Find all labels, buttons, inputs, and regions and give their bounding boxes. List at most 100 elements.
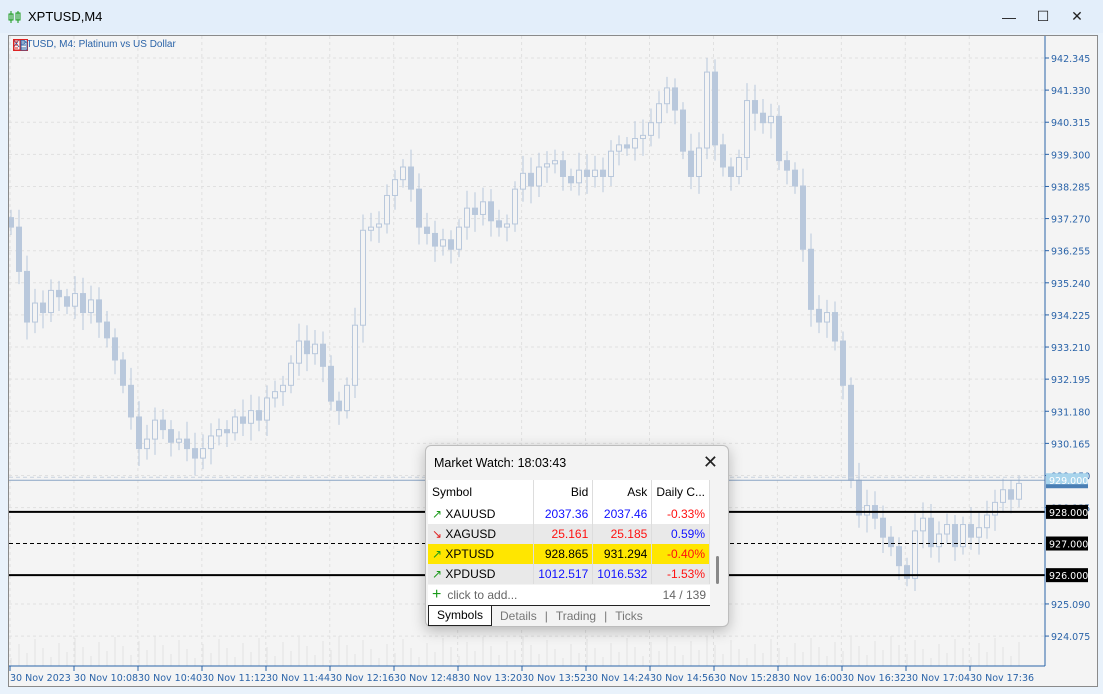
candle-body — [576, 169, 582, 184]
candle-body — [352, 324, 358, 386]
symbols-table: Symbol Bid Ask Daily C... ↗ XAUUSD 2037.… — [428, 480, 710, 584]
candle-body — [848, 384, 854, 481]
column-symbol[interactable]: Symbol — [428, 480, 535, 504]
candle-body — [640, 134, 646, 140]
legend-text: XPTUSD, M4: Platinum vs US Dollar — [13, 39, 176, 50]
add-symbol-row[interactable]: + click to add... 14 / 139 — [428, 585, 710, 605]
scrollbar[interactable] — [716, 556, 719, 584]
candle-body — [240, 416, 246, 424]
candle-body — [768, 115, 774, 124]
candle-body — [456, 226, 462, 250]
candle-body — [56, 289, 62, 298]
candle-body — [528, 172, 534, 187]
candle-body — [680, 109, 686, 152]
chart-window-icon[interactable] — [13, 39, 28, 51]
candle-body — [376, 223, 382, 228]
candle-body — [96, 299, 102, 323]
candle-body — [248, 410, 254, 424]
candle-body — [704, 71, 710, 149]
candle-body — [664, 87, 670, 105]
close-icon[interactable]: ✕ — [703, 452, 718, 473]
candle-body — [880, 517, 886, 538]
level-price-label: 926.000 — [1049, 571, 1088, 582]
candlestick-icon — [8, 10, 21, 23]
candle-body — [552, 160, 558, 165]
candle-body — [48, 289, 54, 314]
candle-body — [896, 546, 902, 567]
candle-body — [824, 312, 830, 323]
candle-body — [120, 359, 126, 386]
candle-body — [288, 362, 294, 386]
column-daily-change[interactable]: Daily C... — [651, 480, 710, 504]
candle-body — [888, 536, 894, 548]
candle-body — [712, 71, 718, 146]
candle-body — [760, 112, 766, 124]
candle-body — [464, 207, 470, 228]
candle-body — [360, 229, 366, 326]
x-tick-label: 30 Nov 15:28 — [714, 673, 778, 684]
candle-body — [328, 365, 334, 402]
column-ask[interactable]: Ask — [592, 480, 653, 504]
maximize-button[interactable]: ☐ — [1026, 0, 1060, 33]
arrow-up-icon: ↗ — [432, 507, 443, 521]
bid: 928.865 — [533, 544, 594, 564]
candle-body — [432, 232, 438, 247]
candle-body — [472, 207, 478, 215]
candle-body — [800, 185, 806, 250]
candle-body — [232, 416, 238, 434]
market-watch-dialog[interactable]: Market Watch: 18:03:43 ✕ Symbol Bid Ask … — [425, 445, 729, 627]
table-row[interactable]: ↗ XAUUSD 2037.36 2037.46 -0.33% — [428, 504, 710, 524]
table-row-selected[interactable]: ↗ XPTUSD 928.865 931.294 -0.40% — [428, 544, 710, 564]
candle-body — [656, 103, 662, 124]
candle-body — [32, 302, 38, 323]
candle-body — [1008, 489, 1014, 500]
candle-body — [1016, 482, 1022, 500]
x-tick-label: 30 Nov 2023 — [10, 673, 71, 684]
ask: 931.294 — [592, 544, 653, 564]
y-tick-label: 933.210 — [1051, 343, 1090, 354]
candle-body — [616, 144, 622, 152]
tab-trading[interactable]: Trading — [548, 609, 604, 623]
minimize-button[interactable]: — — [992, 0, 1026, 33]
add-symbol-label[interactable]: click to add... — [447, 588, 517, 602]
table-row[interactable]: ↘ XAGUSD 25.161 25.185 0.59% — [428, 524, 710, 544]
candle-body — [104, 321, 110, 339]
table-row[interactable]: ↗ XPDUSD 1012.517 1016.532 -1.53% — [428, 564, 710, 584]
candle-body — [992, 501, 998, 516]
candle-body — [400, 166, 406, 181]
candle-body — [592, 169, 598, 177]
candle-body — [792, 169, 798, 187]
candle-body — [40, 302, 46, 314]
candle-body — [728, 166, 734, 177]
x-tick-label: 30 Nov 12:48 — [394, 673, 458, 684]
arrow-down-icon: ↘ — [432, 527, 443, 541]
candle-body — [416, 188, 422, 228]
symbol: XPDUSD — [445, 567, 496, 581]
market-watch-title: Market Watch: 18:03:43 — [434, 455, 567, 470]
candle-body — [720, 144, 726, 168]
tab-ticks[interactable]: Ticks — [607, 609, 651, 623]
x-tick-label: 30 Nov 16:32 — [842, 673, 906, 684]
candle-body — [744, 100, 750, 159]
y-tick-label: 937.270 — [1051, 215, 1090, 226]
candle-body — [368, 226, 374, 231]
candle-body — [904, 565, 910, 579]
candle-body — [488, 201, 494, 222]
symbol: XAUUSD — [445, 507, 496, 521]
tab-details[interactable]: Details — [492, 609, 545, 623]
tab-bar: Symbols Details | Trading | Ticks — [428, 605, 710, 626]
candle-body — [688, 150, 694, 177]
candle-body — [560, 160, 566, 177]
tab-symbols[interactable]: Symbols — [428, 605, 493, 626]
candle-body — [736, 157, 742, 177]
level-price-label: 927.000 — [1049, 540, 1088, 551]
x-tick-label: 30 Nov 11:44 — [266, 673, 330, 684]
column-bid[interactable]: Bid — [533, 480, 594, 504]
candle-body — [808, 248, 814, 310]
candle-body — [512, 188, 518, 225]
symbol: XPTUSD — [445, 547, 495, 561]
close-button[interactable]: ✕ — [1060, 0, 1094, 33]
y-tick-label: 938.285 — [1051, 182, 1090, 193]
candle-body — [272, 391, 278, 399]
candle-body — [320, 343, 326, 367]
